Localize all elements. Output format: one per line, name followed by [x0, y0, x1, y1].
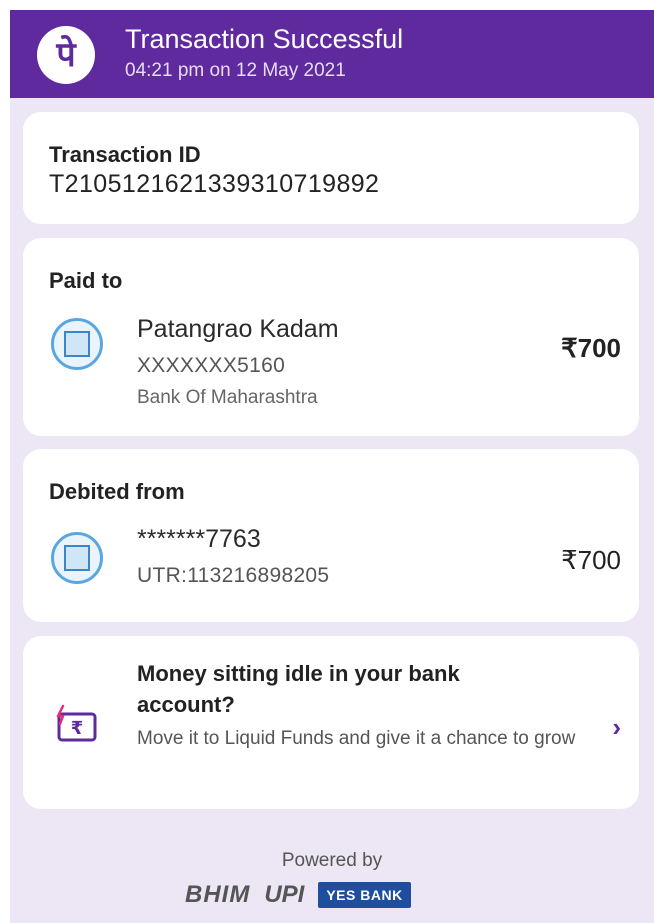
rupee-flash-icon: ₹ — [56, 704, 97, 742]
payee-account: XXXXXXX5160 — [137, 354, 286, 377]
paid-to-label: Paid to — [49, 268, 123, 293]
transaction-id-card[interactable]: Transaction ID T2105121621339310719892 — [23, 112, 639, 224]
upi-logo: UPI — [264, 881, 305, 908]
debited-amount: ₹700 — [561, 545, 621, 575]
payee-name: Patangrao Kadam — [137, 315, 339, 343]
payee-bank: Bank Of Maharashtra — [137, 387, 318, 408]
yes-bank-logo: YES BANK — [318, 882, 411, 908]
transaction-time: 04:21 pm on 12 May 2021 — [125, 60, 346, 81]
transaction-id-label: Transaction ID — [49, 142, 201, 167]
bank-logo-icon — [51, 532, 103, 584]
footer-logos: BHIM UPI YES BANK — [185, 878, 515, 912]
bank-logo-icon — [51, 318, 103, 370]
transaction-id-value[interactable]: T2105121621339310719892 — [49, 170, 379, 199]
page-title: Transaction Successful — [125, 24, 404, 54]
debited-from-card[interactable]: Debited from *******7763 UTR:11321689820… — [23, 449, 639, 622]
chevron-right-icon[interactable]: › — [612, 712, 621, 743]
promo-title: Money sitting idle in your bank account? — [137, 661, 460, 717]
paid-amount: ₹700 — [561, 333, 621, 363]
phonepe-logo-glyph: पे — [56, 35, 76, 75]
svg-text:₹: ₹ — [71, 718, 84, 739]
debit-account: *******7763 — [137, 525, 261, 553]
promo-description: Move it to Liquid Funds and give it a ch… — [137, 728, 576, 749]
paid-to-card[interactable]: Paid to Patangrao Kadam XXXXXXX5160 Bank… — [23, 238, 639, 436]
screen: पे Transaction Successful 04:21 pm on 12… — [10, 10, 654, 923]
powered-by-label: Powered by — [281, 850, 383, 871]
header-bar: पे Transaction Successful 04:21 pm on 12… — [10, 10, 654, 98]
debited-from-label: Debited from — [49, 479, 185, 504]
bhim-logo: BHIM — [185, 881, 251, 908]
phonepe-logo: पे — [37, 26, 95, 84]
liquid-funds-promo-card[interactable]: ₹ Money sitting idle in your bank accoun… — [23, 636, 639, 809]
utr-number[interactable]: UTR:113216898205 — [137, 564, 329, 588]
